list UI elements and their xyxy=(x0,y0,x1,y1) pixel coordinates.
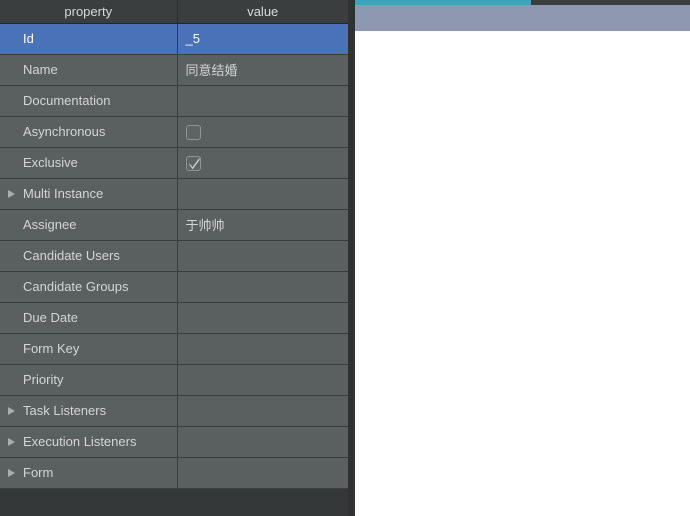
property-name-cell[interactable]: Exclusive xyxy=(0,147,178,179)
property-label: Name xyxy=(23,62,58,77)
table-row[interactable]: Name 同意结婚 xyxy=(0,54,348,86)
property-label: Form Key xyxy=(23,341,80,356)
diagram-canvas[interactable]: StartEvent 求婚申请 xyxy=(355,31,690,516)
property-label: Assignee xyxy=(23,217,77,232)
property-label: Multi Instance xyxy=(23,186,104,201)
table-row[interactable]: Candidate Groups xyxy=(0,271,348,303)
property-name-cell[interactable]: Task Listeners xyxy=(0,395,178,427)
property-name-cell[interactable]: Due Date xyxy=(0,302,178,334)
property-label: Candidate Groups xyxy=(23,279,129,294)
property-label: Execution Listeners xyxy=(23,434,137,449)
property-value-text: _5 xyxy=(185,31,200,46)
property-value-cell[interactable]: 于帅帅 xyxy=(177,209,348,241)
property-label: Asynchronous xyxy=(23,124,106,139)
property-name-cell[interactable]: Form xyxy=(0,457,178,489)
property-label: Candidate Users xyxy=(23,248,120,263)
property-value-cell[interactable] xyxy=(177,240,348,272)
property-value-cell[interactable] xyxy=(177,302,348,334)
property-value-cell[interactable] xyxy=(177,271,348,303)
expand-triangle-icon[interactable] xyxy=(8,406,15,415)
property-name-cell[interactable]: Multi Instance xyxy=(0,178,178,210)
property-name-cell[interactable]: Priority xyxy=(0,364,178,396)
table-header-row: property value xyxy=(0,0,348,24)
property-label: Form xyxy=(23,465,54,480)
property-value-cell[interactable] xyxy=(177,457,348,489)
property-label: Task Listeners xyxy=(23,403,107,418)
expand-triangle-icon[interactable] xyxy=(8,189,15,198)
property-label: Exclusive xyxy=(23,155,78,170)
table-row[interactable]: Assignee 于帅帅 xyxy=(0,209,348,241)
property-name-cell[interactable]: Form Key xyxy=(0,333,178,365)
table-row[interactable]: Due Date xyxy=(0,302,348,334)
table-row[interactable]: Candidate Users xyxy=(0,240,348,272)
properties-panel: property value Id _5 Name 同意结婚 Documentation… xyxy=(0,0,348,516)
property-value-cell[interactable] xyxy=(177,85,348,117)
property-label: Priority xyxy=(23,372,64,387)
property-label: Due Date xyxy=(23,310,78,325)
property-label: Documentation xyxy=(23,93,111,108)
table-row[interactable]: Asynchronous xyxy=(0,116,348,148)
property-value-cell[interactable] xyxy=(177,426,348,458)
property-label: Id xyxy=(23,31,34,46)
table-row[interactable]: Exclusive xyxy=(0,147,348,179)
property-name-cell[interactable]: Candidate Groups xyxy=(0,271,178,303)
property-name-cell[interactable]: Name xyxy=(0,54,178,86)
property-name-cell[interactable]: Asynchronous xyxy=(0,116,178,148)
table-row[interactable]: Id _5 xyxy=(0,23,348,55)
property-name-cell[interactable]: Execution Listeners xyxy=(0,426,178,458)
table-row[interactable]: Multi Instance xyxy=(0,178,348,210)
table-row[interactable]: Form xyxy=(0,457,348,489)
property-value-cell[interactable] xyxy=(177,147,348,179)
property-value-cell[interactable]: _5 xyxy=(177,23,348,55)
property-value-cell[interactable] xyxy=(177,116,348,148)
column-header-property[interactable]: property xyxy=(0,0,178,24)
property-name-cell[interactable]: Candidate Users xyxy=(0,240,178,272)
expand-triangle-icon[interactable] xyxy=(8,468,15,477)
property-value-cell[interactable] xyxy=(177,364,348,396)
properties-table: property value Id _5 Name 同意结婚 Documentation… xyxy=(0,0,348,489)
property-value-cell[interactable] xyxy=(177,178,348,210)
checkbox-unchecked-icon[interactable] xyxy=(185,124,201,140)
table-row[interactable]: Execution Listeners xyxy=(0,426,348,458)
expand-triangle-icon[interactable] xyxy=(8,437,15,446)
properties-table-body: Id _5 Name 同意结婚 Documentation Asynchronous Exc… xyxy=(0,23,348,489)
panel-divider[interactable] xyxy=(348,0,355,516)
table-row[interactable]: Documentation xyxy=(0,85,348,117)
top-band xyxy=(355,5,690,31)
property-name-cell[interactable]: Assignee xyxy=(0,209,178,241)
property-value-cell[interactable] xyxy=(177,333,348,365)
table-row[interactable]: Priority xyxy=(0,364,348,396)
property-name-cell[interactable]: Documentation xyxy=(0,85,178,117)
property-value-text: 同意结婚 xyxy=(185,63,238,78)
property-value-cell[interactable]: 同意结婚 xyxy=(177,54,348,86)
app-window: property value Id _5 Name 同意结婚 Documentation… xyxy=(0,0,690,516)
property-name-cell[interactable]: Id xyxy=(0,23,178,55)
checkbox-checked-icon[interactable] xyxy=(185,155,201,171)
table-row[interactable]: Task Listeners xyxy=(0,395,348,427)
property-value-text: 于帅帅 xyxy=(185,218,225,233)
column-header-value[interactable]: value xyxy=(177,0,348,24)
table-row[interactable]: Form Key xyxy=(0,333,348,365)
property-value-cell[interactable] xyxy=(177,395,348,427)
